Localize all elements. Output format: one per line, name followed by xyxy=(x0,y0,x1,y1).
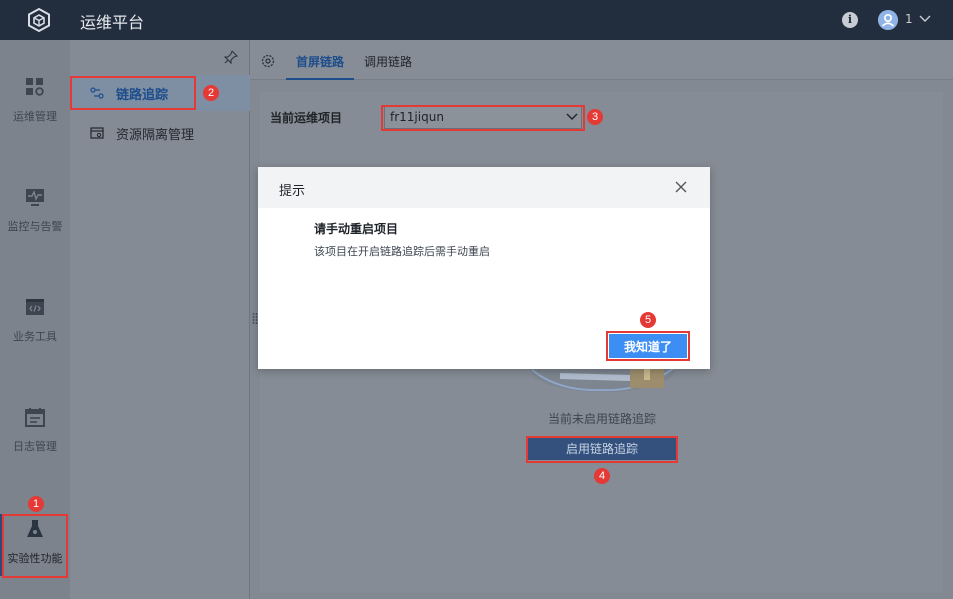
cube-logo-icon[interactable] xyxy=(26,7,52,33)
tab-first-screen[interactable]: 首屏链路 xyxy=(296,53,344,70)
prompt-dialog: 提示 请手动重启项目 该项目在开启链路追踪后需手动重启 我知道了 5 xyxy=(258,167,710,369)
submenu-item-isolation[interactable]: 资源隔离管理 xyxy=(70,115,250,151)
project-label: 当前运维项目 xyxy=(270,111,343,125)
sidebar-item-label: 业务工具 xyxy=(13,330,57,343)
annotation-box-4 xyxy=(526,436,678,463)
user-avatar-icon[interactable] xyxy=(878,10,898,30)
empty-state-text: 当前未启用链路追踪 xyxy=(547,412,656,426)
chevron-down-icon[interactable] xyxy=(918,12,932,26)
calendar-log-icon xyxy=(25,408,45,427)
user-name[interactable]: 1 xyxy=(905,12,913,26)
annotation-box-5 xyxy=(606,331,690,361)
dialog-message: 该项目在开启链路追踪后需手动重启 xyxy=(314,245,490,258)
tab-call-chain[interactable]: 调用链路 xyxy=(364,53,412,70)
pin-icon[interactable] xyxy=(224,50,238,64)
close-icon[interactable] xyxy=(674,180,688,194)
sidebar-item-tools[interactable]: 业务工具 xyxy=(0,296,70,344)
sidebar-item-label: 日志管理 xyxy=(13,440,57,453)
submenu-item-label: 资源隔离管理 xyxy=(116,127,195,143)
secondary-menu: 链路追踪 资源隔离管理 xyxy=(70,40,250,599)
annotation-box-1 xyxy=(2,514,68,578)
grid-settings-icon xyxy=(26,78,44,96)
dialog-heading: 请手动重启项目 xyxy=(314,222,399,236)
sidebar-item-logs[interactable]: 日志管理 xyxy=(0,406,70,454)
sidebar-item-label: 监控与告警 xyxy=(7,220,63,233)
annotation-badge-4: 4 xyxy=(594,468,610,484)
annotation-badge-5: 5 xyxy=(640,312,656,328)
gear-icon[interactable] xyxy=(260,53,276,69)
tab-underline xyxy=(286,78,354,80)
annotation-box-3 xyxy=(381,105,585,131)
sidebar-item-monitor[interactable]: 监控与告警 xyxy=(0,186,70,234)
annotation-badge-2: 2 xyxy=(203,85,219,101)
annotation-box-2 xyxy=(70,76,196,110)
annotation-badge-3: 3 xyxy=(587,109,603,125)
tabs-bar xyxy=(250,40,953,80)
top-bar: 运维平台 i 1 xyxy=(0,0,953,40)
annotation-badge-1: 1 xyxy=(28,496,44,512)
sidebar-item-ops[interactable]: 运维管理 xyxy=(0,76,70,124)
sidebar-item-label: 运维管理 xyxy=(13,110,57,123)
info-icon[interactable]: i xyxy=(842,12,858,28)
code-window-icon xyxy=(26,299,44,315)
dialog-title: 提示 xyxy=(279,184,306,199)
monitor-pulse-icon xyxy=(26,189,44,206)
dialog-header xyxy=(258,167,710,208)
app-title: 运维平台 xyxy=(80,13,145,32)
resource-isolation-icon xyxy=(90,127,104,139)
